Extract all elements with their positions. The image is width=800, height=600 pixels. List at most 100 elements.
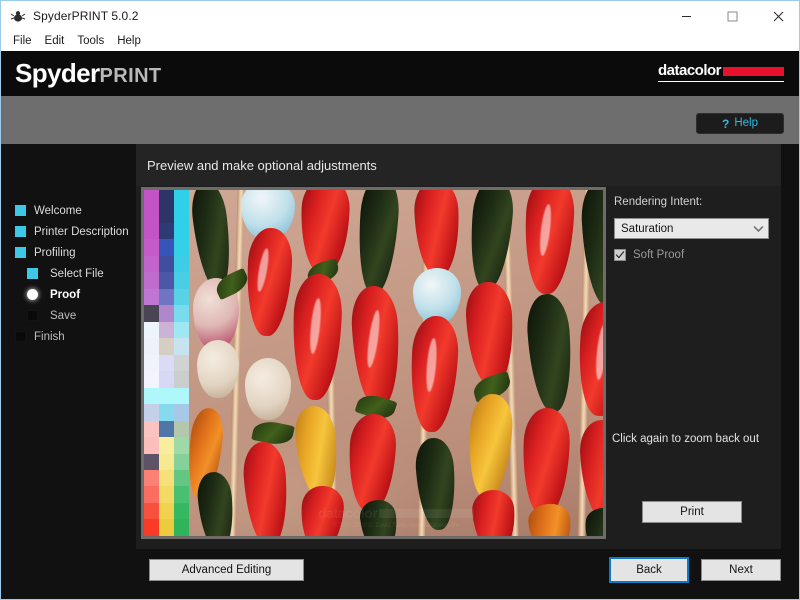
adjustment-controls: Rendering Intent: Saturation Soft Proof … bbox=[608, 187, 776, 539]
color-patch bbox=[159, 453, 174, 470]
next-button[interactable]: Next bbox=[701, 559, 781, 581]
zoom-hint-text: Click again to zoom back out bbox=[612, 433, 760, 445]
color-patch bbox=[174, 519, 189, 536]
close-button[interactable] bbox=[755, 1, 799, 31]
sidebar-item-save[interactable]: Save bbox=[27, 305, 76, 326]
color-patch bbox=[159, 305, 174, 322]
soft-proof-checkbox[interactable] bbox=[614, 249, 626, 261]
title-bar: SpyderPRINT 5.0.2 bbox=[1, 1, 799, 31]
sidebar-status-done-icon bbox=[15, 205, 26, 216]
preview-image-frame[interactable]: datacolor © 2007-2009 C. David Tobie: ww… bbox=[141, 187, 606, 539]
help-button[interactable]: ? Help bbox=[696, 113, 784, 134]
color-patch bbox=[159, 420, 174, 438]
color-patch bbox=[159, 437, 174, 454]
print-button[interactable]: Print bbox=[642, 501, 742, 523]
proof-photograph: datacolor © 2007-2009 C. David Tobie: ww… bbox=[189, 190, 603, 536]
advanced-editing-button[interactable]: Advanced Editing bbox=[149, 559, 304, 581]
pepper bbox=[244, 226, 294, 338]
sidebar-status-done-icon bbox=[15, 226, 26, 237]
menu-help[interactable]: Help bbox=[112, 33, 149, 49]
window-title: SpyderPRINT 5.0.2 bbox=[33, 9, 139, 23]
sidebar-item-printer-description[interactable]: Printer Description bbox=[15, 221, 129, 242]
sidebar-item-finish[interactable]: Finish bbox=[15, 326, 65, 347]
chevron-down-icon bbox=[749, 219, 768, 238]
next-button-label: Next bbox=[729, 564, 753, 576]
watermark-wordmark: datacolor bbox=[318, 505, 378, 521]
color-patch bbox=[159, 288, 174, 306]
color-patch bbox=[144, 222, 159, 240]
datacolor-accent-bar bbox=[723, 66, 784, 76]
color-patch bbox=[144, 502, 159, 520]
color-patch bbox=[174, 486, 189, 503]
color-patch bbox=[144, 206, 159, 223]
color-patch bbox=[174, 420, 189, 438]
sidebar-item-select-file[interactable]: Select File bbox=[27, 263, 104, 284]
sidebar-item-profiling[interactable]: Profiling bbox=[15, 242, 76, 263]
pepper bbox=[413, 190, 461, 277]
color-patch bbox=[144, 354, 159, 372]
sidebar-item-label: Select File bbox=[50, 267, 104, 280]
color-patch bbox=[144, 453, 159, 470]
sidebar-status-current-icon bbox=[27, 289, 38, 300]
color-patch bbox=[144, 519, 159, 536]
color-patch bbox=[174, 190, 189, 207]
color-patch bbox=[174, 469, 189, 487]
sidebar-item-label: Printer Description bbox=[34, 225, 129, 238]
sidebar-item-label: Proof bbox=[50, 288, 81, 301]
rendering-intent-value: Saturation bbox=[621, 222, 674, 235]
content-header: Preview and make optional adjustments bbox=[136, 144, 781, 186]
page-title: SpyderProof - View bbox=[139, 15, 277, 32]
color-patch bbox=[144, 486, 159, 503]
menu-tools[interactable]: Tools bbox=[72, 33, 112, 49]
pepper bbox=[465, 392, 515, 500]
color-patch bbox=[144, 190, 159, 207]
ceramic-onion bbox=[245, 358, 291, 420]
datacolor-underline bbox=[658, 81, 784, 82]
color-patch bbox=[159, 502, 174, 520]
back-button[interactable]: Back bbox=[609, 557, 689, 583]
pepper bbox=[354, 190, 402, 296]
color-patch bbox=[144, 420, 159, 438]
spyder-icon bbox=[10, 8, 26, 24]
patch-column bbox=[174, 190, 189, 536]
color-patch bbox=[144, 404, 159, 421]
sidebar-item-proof[interactable]: Proof bbox=[27, 284, 80, 305]
color-patch bbox=[144, 255, 159, 273]
back-button-label: Back bbox=[636, 564, 662, 576]
maximize-button[interactable] bbox=[709, 1, 755, 31]
menu-edit[interactable]: Edit bbox=[40, 33, 73, 49]
color-patch bbox=[174, 305, 189, 322]
color-patch bbox=[174, 206, 189, 223]
menu-file[interactable]: File bbox=[8, 33, 40, 49]
color-patch bbox=[159, 486, 174, 503]
color-patch bbox=[144, 239, 159, 256]
color-patch bbox=[159, 206, 174, 223]
advanced-editing-label: Advanced Editing bbox=[181, 564, 272, 576]
sidebar-status-todo-icon bbox=[27, 310, 38, 321]
minimize-button[interactable] bbox=[663, 1, 709, 31]
color-patch bbox=[159, 272, 174, 289]
sidebar-navigation: Welcome Printer Description Profiling Selec… bbox=[1, 144, 136, 549]
pepper bbox=[521, 407, 571, 517]
question-mark-icon: ? bbox=[722, 116, 730, 131]
sidebar-item-welcome[interactable]: Welcome bbox=[15, 200, 82, 221]
color-patch bbox=[159, 371, 174, 388]
rendering-intent-select[interactable]: Saturation bbox=[614, 218, 769, 239]
color-patch bbox=[144, 338, 159, 355]
color-patch bbox=[144, 371, 159, 388]
color-patch bbox=[159, 387, 174, 405]
color-patch bbox=[159, 354, 174, 372]
color-patch bbox=[144, 305, 159, 322]
pepper bbox=[241, 440, 291, 536]
rendering-intent-label: Rendering Intent: bbox=[614, 196, 703, 208]
sidebar-item-label: Finish bbox=[34, 330, 65, 343]
content-panel: Preview and make optional adjustments da… bbox=[136, 144, 781, 549]
sidebar-item-label: Welcome bbox=[34, 204, 82, 217]
window-controls bbox=[663, 1, 799, 31]
datacolor-logo: datacolor bbox=[658, 63, 784, 82]
color-patch bbox=[144, 272, 159, 289]
brand-bar: SpyderPRINT datacolor bbox=[1, 51, 799, 96]
soft-proof-row[interactable]: Soft Proof bbox=[614, 249, 684, 261]
color-patch bbox=[159, 222, 174, 240]
print-button-label: Print bbox=[680, 506, 704, 518]
